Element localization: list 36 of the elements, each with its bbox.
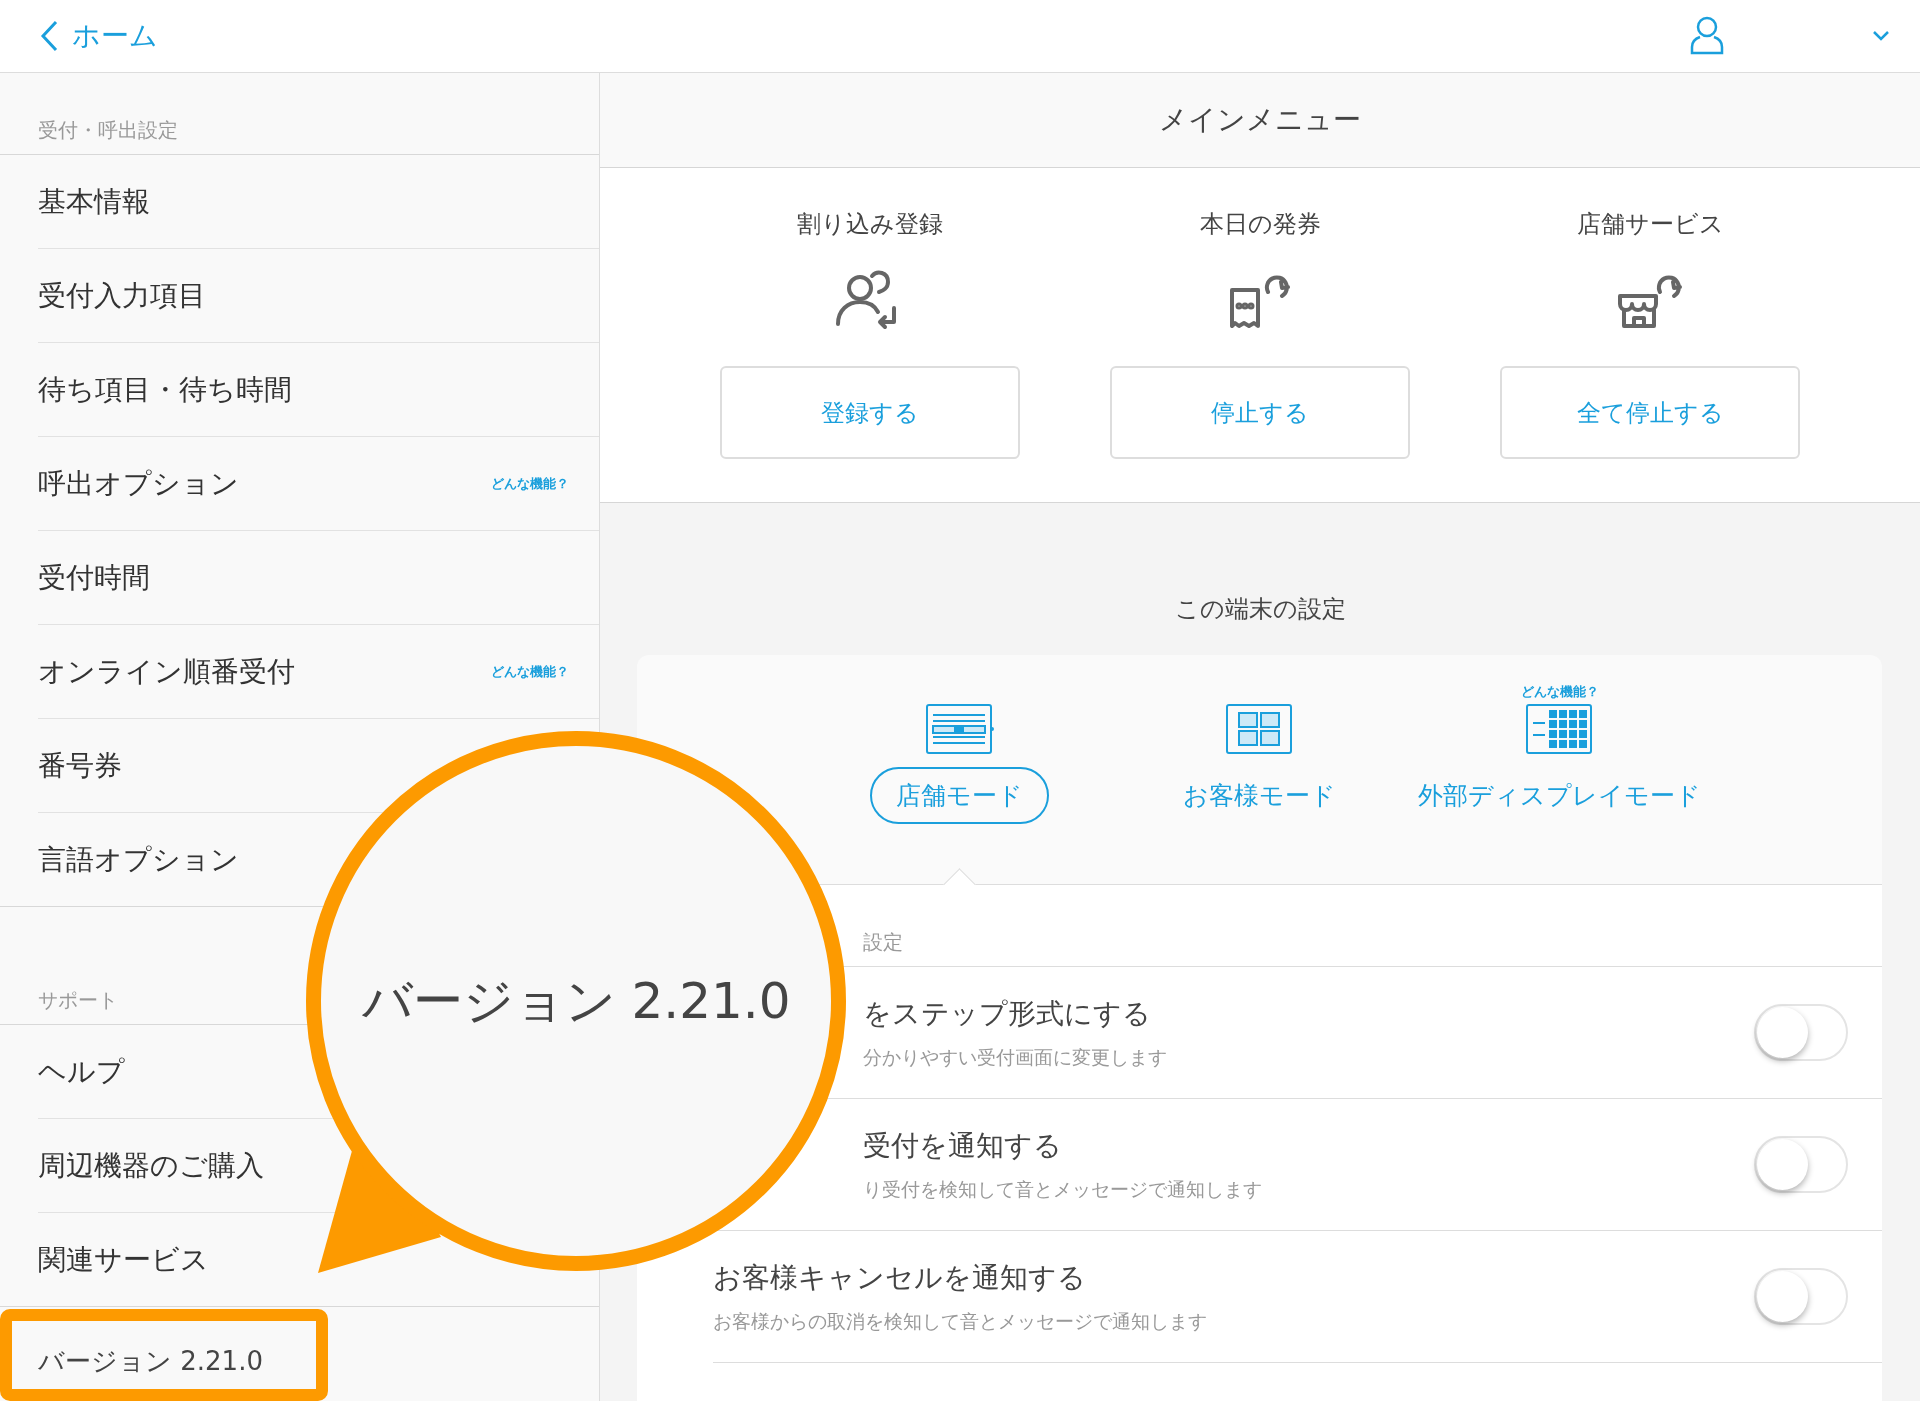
- sidebar-item[interactable]: 関連サービス: [38, 1240, 209, 1279]
- sidebar-item[interactable]: 番号券: [38, 746, 122, 785]
- setting-description: お客様からの取消を検知して音とメッセージで通知します: [713, 1308, 1207, 1334]
- store-mode-icon: [924, 703, 995, 755]
- main-menu-title: メインメニュー: [600, 73, 1920, 168]
- sidebar-item[interactable]: 周辺機器のご購入: [38, 1146, 264, 1185]
- sidebar-item[interactable]: 受付時間: [38, 558, 150, 597]
- setting-description: り受付を検知して音とメッセージで通知します: [863, 1176, 1262, 1202]
- sidebar-item[interactable]: 基本情報: [38, 182, 150, 221]
- display-mode-icon: [1524, 703, 1595, 755]
- sidebar-item[interactable]: 受付入力項目: [38, 276, 206, 315]
- device-settings-title: この端末の設定: [1173, 594, 1347, 625]
- version-label: バージョン 2.21.0: [0, 1309, 328, 1401]
- setting-title: をステップ形式にする: [863, 995, 1151, 1032]
- action-title: 本日の発券: [1199, 209, 1321, 240]
- sidebar-section-title: 受付・呼出設定: [38, 118, 178, 142]
- action-title: 店舗サービス: [1576, 209, 1724, 240]
- setting-title: 受付を通知する: [863, 1127, 1062, 1164]
- settings-section-label: 設定: [863, 929, 903, 956]
- toggle-switch[interactable]: [1754, 1268, 1848, 1325]
- setting-description: 分かりやすい受付画面に変更します: [863, 1044, 1167, 1070]
- sidebar-item[interactable]: 言語オプション: [38, 840, 239, 879]
- back-chevron-icon: [40, 20, 58, 52]
- sidebar-item[interactable]: 呼出オプション: [38, 464, 239, 503]
- sidebar-item[interactable]: オンライン順番受付: [38, 652, 295, 691]
- sidebar-section-title: サポート: [38, 988, 118, 1012]
- user-icon[interactable]: [1690, 16, 1724, 56]
- callout-text: バージョン 2.21.0: [361, 970, 791, 1032]
- customer-mode-icon: [1224, 703, 1295, 755]
- sidebar-item[interactable]: 待ち項目・待ち時間: [38, 370, 292, 409]
- setting-title: お客様キャンセルを通知する: [713, 1259, 1086, 1296]
- sidebar-item[interactable]: ヘルプ: [38, 1052, 125, 1091]
- chevron-down-icon[interactable]: [1872, 30, 1890, 42]
- toggle-switch[interactable]: [1754, 1004, 1848, 1061]
- action-title: 割り込み登録: [797, 209, 943, 240]
- toggle-switch[interactable]: [1754, 1136, 1848, 1193]
